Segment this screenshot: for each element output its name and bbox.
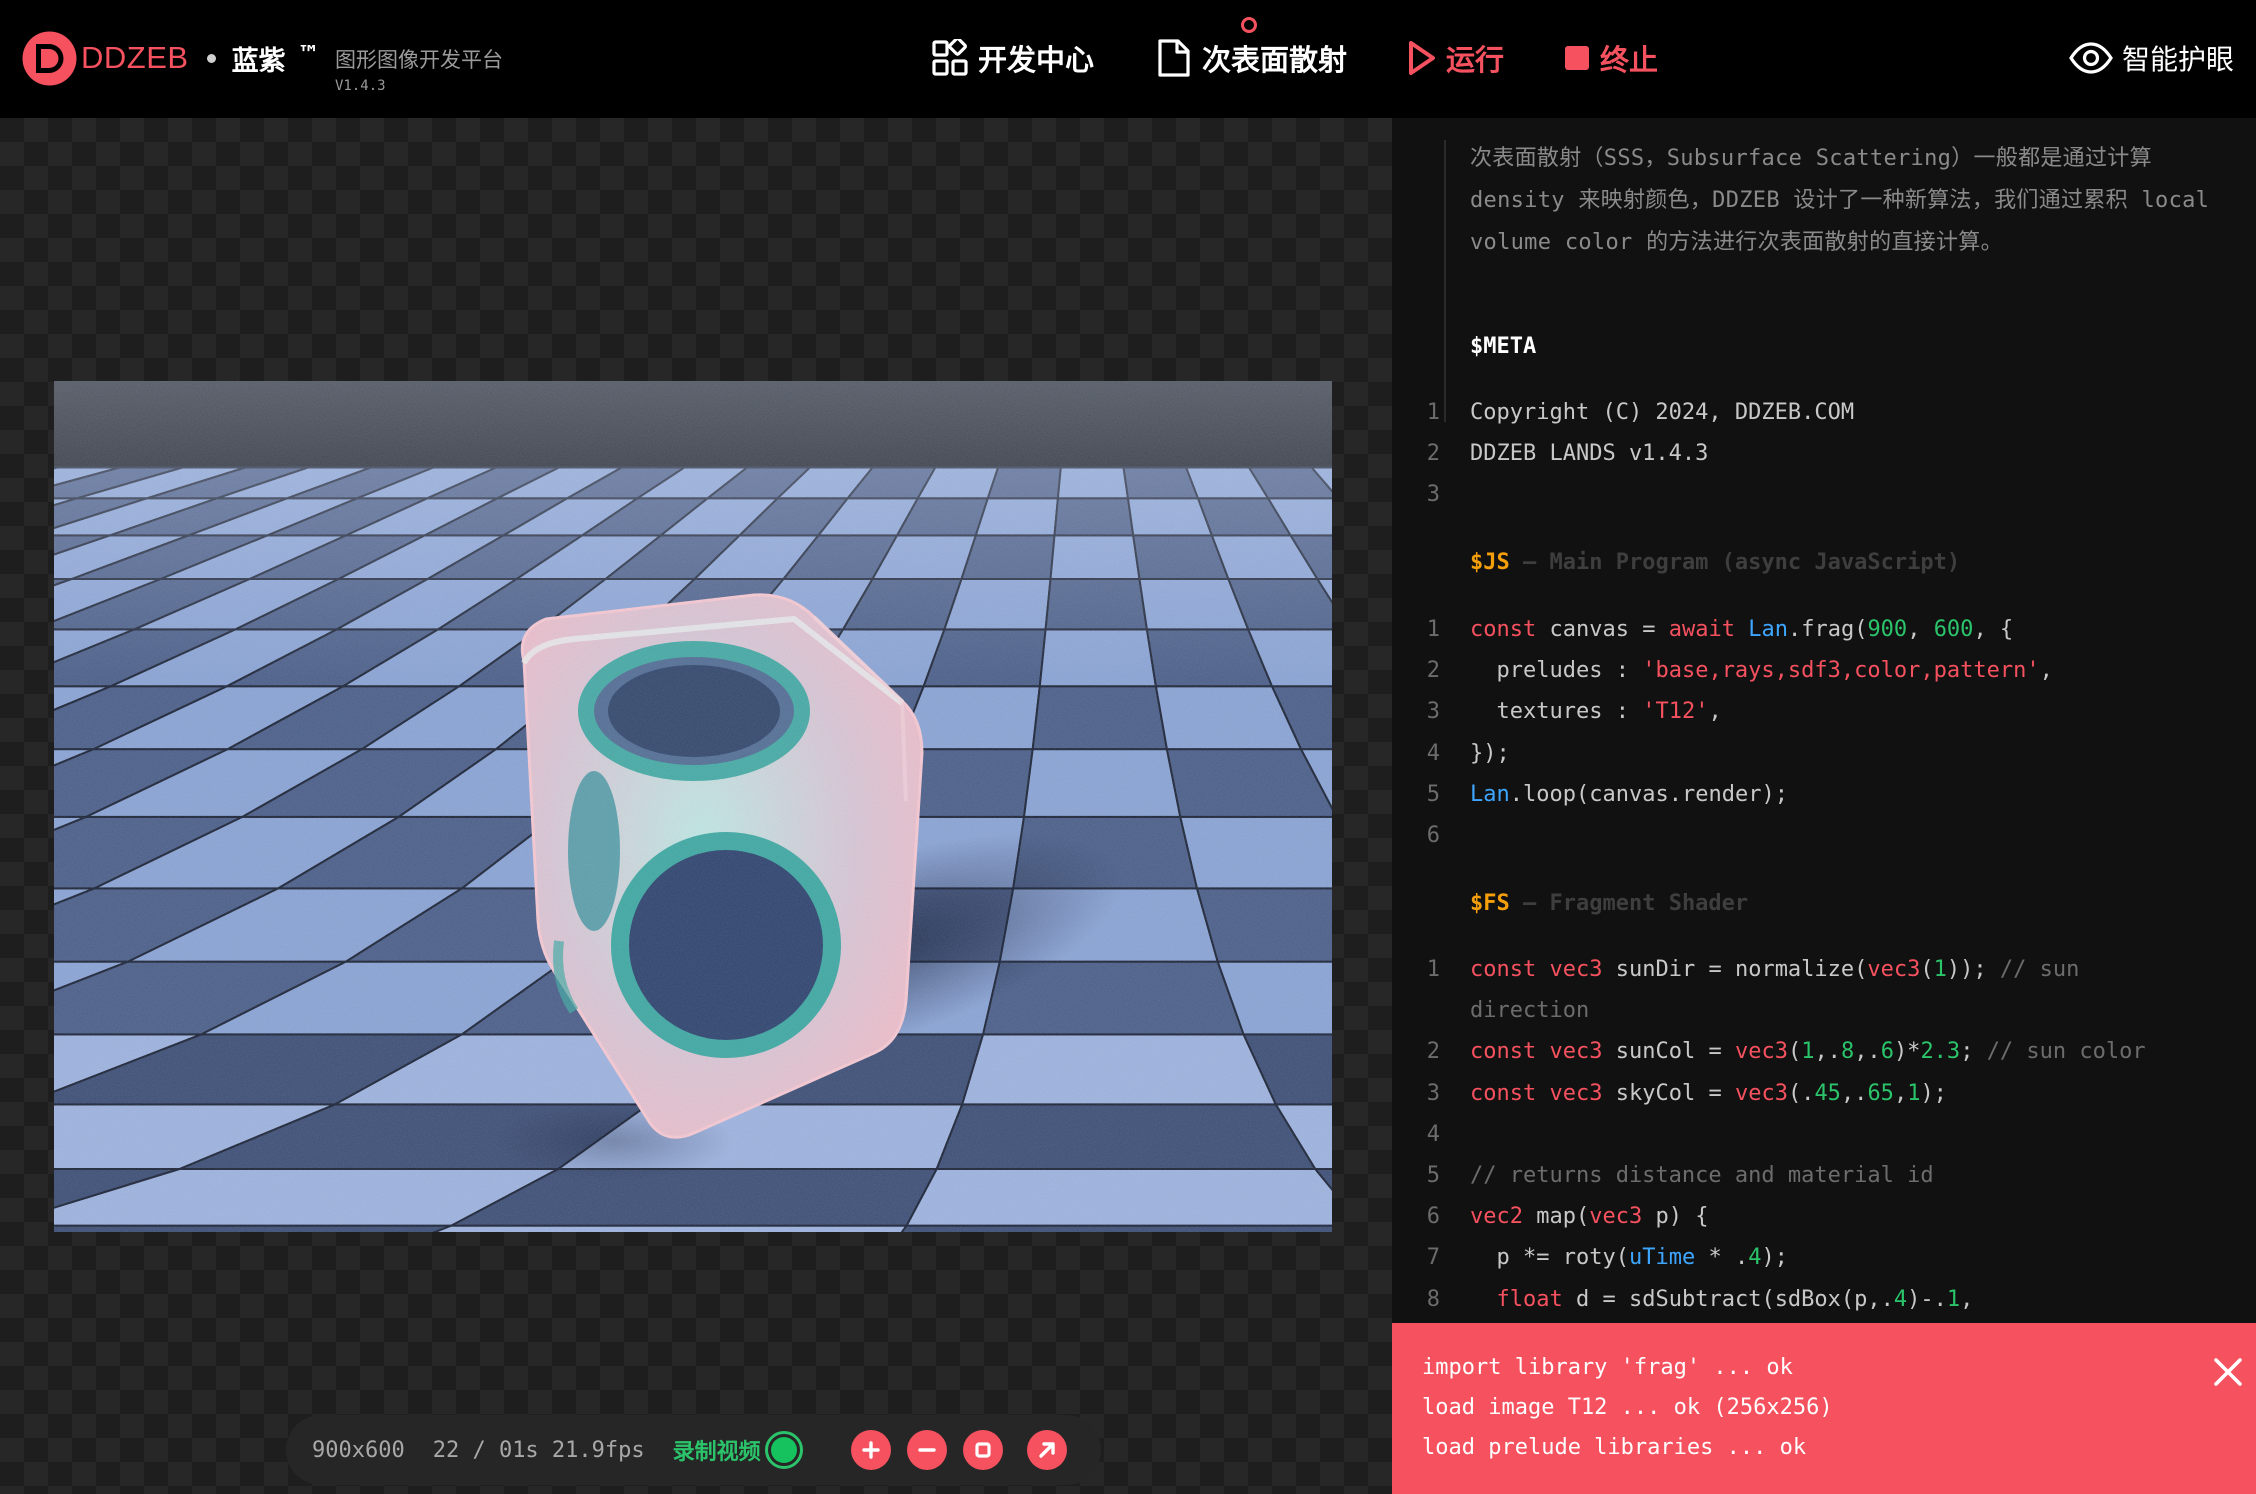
grid-icon <box>930 38 970 78</box>
line-number: 2 <box>1426 441 1440 466</box>
line-number: 1 <box>1426 617 1440 642</box>
run-button[interactable]: 运行 <box>1406 34 1504 82</box>
console-line: import library 'frag' ... ok <box>1422 1355 1793 1380</box>
render-canvas[interactable] <box>54 381 1332 1232</box>
line-number: 2 <box>1426 1039 1440 1065</box>
stop-icon <box>1562 38 1592 78</box>
console-panel: import library 'frag' ... ok load image … <box>1392 1323 2256 1494</box>
file-tab[interactable]: 次表面散射 <box>1154 34 1347 82</box>
js-section-header: $JS — Main Program (async JavaScript) <box>1470 550 1960 575</box>
eye-care-toggle[interactable]: 智能护眼 <box>2068 34 2234 82</box>
code-line: const vec3 sunDir = normalize(vec3(1)); … <box>1470 957 2080 982</box>
line-number: 1 <box>1426 400 1440 425</box>
record-video-label: 录制视频 <box>672 1440 761 1465</box>
code-line: preludes : 'base,rays,sdf3,color,pattern… <box>1496 658 2053 684</box>
fs-section-tag: $FS <box>1470 891 1510 916</box>
code-line: const vec3 sunCol = vec3(1,.8,.6)*2.3; /… <box>1470 1039 2146 1065</box>
line-number: 5 <box>1426 1163 1440 1188</box>
intro-line: volume color 的方法进行次表面散射的直接计算。 <box>1470 230 2003 255</box>
eye-care-label: 智能护眼 <box>2122 43 2235 76</box>
unsaved-indicator <box>1241 17 1257 33</box>
file-name-label: 次表面散射 <box>1202 43 1348 77</box>
stop-button[interactable]: 终止 <box>1562 34 1658 82</box>
fs-section-header: $FS — Fragment Shader <box>1470 891 1748 916</box>
brand-name: DDZEB <box>81 40 189 75</box>
reset-view-button[interactable] <box>962 1430 1003 1470</box>
line-number: 5 <box>1426 781 1440 807</box>
expand-button[interactable] <box>1026 1430 1067 1470</box>
arrow-up-right-icon <box>1038 1442 1055 1458</box>
trademark-symbol: ™ <box>297 41 320 67</box>
code-line: Copyright (C) 2024, DDZEB.COM <box>1470 400 1855 425</box>
brand-subtitle: 图形图像开发平台 <box>335 48 503 72</box>
zoom-out-button[interactable] <box>906 1430 947 1470</box>
top-bar: DDZEB 蓝紫 ™ 图形图像开发平台 V1.4.3 开发中心 次表面散射 运行… <box>0 0 2256 118</box>
fs-section-desc: — Fragment Shader <box>1523 891 1749 916</box>
code-line: textures : 'T12', <box>1496 699 1722 725</box>
run-label: 运行 <box>1446 43 1505 77</box>
plus-icon <box>861 1441 880 1459</box>
meta-section-title: $META <box>1470 334 1537 359</box>
line-number: 3 <box>1426 699 1440 725</box>
frame-fps-readout: 22 / 01s 21.9fps <box>432 1437 645 1463</box>
line-number: 4 <box>1426 1121 1440 1147</box>
eye-icon <box>2068 38 2114 78</box>
code-line: Lan.loop(canvas.render); <box>1470 781 1788 807</box>
intro-line: 次表面散射（SSS，Subsurface Scattering）一般都是通过计算 <box>1470 146 2152 171</box>
dev-center-label: 开发中心 <box>978 43 1095 77</box>
version-label: V1.4.3 <box>335 78 386 94</box>
line-number: 1 <box>1426 957 1440 982</box>
code-line: vec2 map(vec3 p) { <box>1470 1204 1709 1230</box>
js-section-desc: — Main Program (async JavaScript) <box>1523 550 1961 575</box>
brand-separator-dot <box>206 53 216 63</box>
code-line: p *= roty(uTime * .4); <box>1496 1245 1788 1271</box>
line-number: 6 <box>1426 1204 1440 1230</box>
code-line: }); <box>1470 740 1510 766</box>
console-line: load prelude libraries ... ok <box>1422 1435 1807 1460</box>
console-line: load image T12 ... ok (256x256) <box>1422 1395 1833 1420</box>
dev-center-button[interactable]: 开发中心 <box>930 34 1094 82</box>
canvas-viewport: 900x600 22 / 01s 21.9fps 录制视频 <box>0 118 1392 1494</box>
minus-icon <box>917 1448 936 1452</box>
line-number: 3 <box>1426 1080 1440 1106</box>
zoom-in-button[interactable] <box>850 1430 891 1470</box>
line-number: 6 <box>1426 823 1440 848</box>
render-status-bar: 900x600 22 / 01s 21.9fps 录制视频 <box>286 1415 1101 1485</box>
intro-text: 次表面散射（SSS，Subsurface Scattering）一般都是通过计算… <box>1470 138 2240 264</box>
line-number: 3 <box>1426 482 1440 507</box>
resolution-readout: 900x600 <box>312 1437 405 1463</box>
js-section-tag: $JS <box>1470 550 1510 575</box>
line-number: 2 <box>1426 658 1440 684</box>
line-number: 8 <box>1426 1286 1440 1312</box>
ddzeb-logo-icon <box>22 31 77 86</box>
code-line: // returns distance and material id <box>1470 1163 1934 1188</box>
file-icon <box>1154 38 1194 78</box>
square-icon <box>975 1442 991 1458</box>
code-line: const canvas = await Lan.frag(900, 600, … <box>1470 617 2014 642</box>
intro-quote-bar <box>1444 140 1446 422</box>
brand[interactable]: DDZEB 蓝紫 ™ <box>22 28 320 88</box>
stop-label: 终止 <box>1600 43 1659 77</box>
record-toggle[interactable] <box>764 1431 803 1469</box>
code-editor-panel[interactable]: 次表面散射（SSS，Subsurface Scattering）一般都是通过计算… <box>1392 118 2256 1494</box>
close-icon <box>2214 1358 2242 1386</box>
line-number: 4 <box>1426 740 1440 766</box>
code-line: float d = sdSubtract(sdBox(p,.4)-.1, <box>1496 1286 1974 1312</box>
code-line: DDZEB LANDS v1.4.3 <box>1470 441 1709 466</box>
brand-cn-name: 蓝紫 <box>231 45 286 77</box>
close-console-button[interactable] <box>2210 1354 2246 1390</box>
intro-line: density 来映射颜色，DDZEB 设计了一种新算法，我们通过累积 loca… <box>1470 188 2210 213</box>
play-icon <box>1406 38 1438 78</box>
code-line: const vec3 skyCol = vec3(.45,.65,1); <box>1470 1080 1947 1106</box>
code-line: direction <box>1470 998 1590 1024</box>
line-number: 7 <box>1426 1245 1440 1271</box>
